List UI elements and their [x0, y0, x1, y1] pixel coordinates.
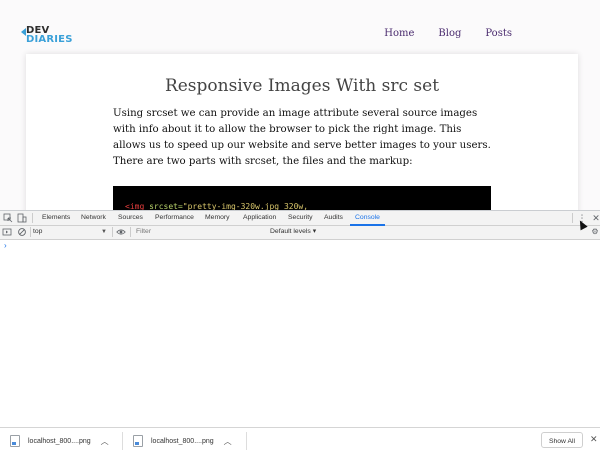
context-selector[interactable]: top ▼ — [33, 227, 109, 237]
tab-sources[interactable]: Sources — [118, 211, 143, 225]
console-prompt[interactable]: › — [4, 242, 7, 250]
article-title: Responsive Images With src set — [164, 76, 440, 96]
code-value: "pretty-img-320w.jpg 320w, — [182, 202, 309, 210]
eye-icon[interactable] — [116, 227, 126, 237]
tab-audits[interactable]: Audits — [324, 211, 343, 225]
show-sidebar-icon[interactable] — [2, 227, 12, 237]
code-block: <img srcset="pretty-img-320w.jpg 320w, — [113, 186, 491, 210]
context-value: top — [33, 228, 43, 235]
devtools-panel: Elements Network Sources Performance Mem… — [0, 210, 600, 428]
download-separator — [122, 432, 123, 450]
toolbar-separator — [30, 227, 31, 237]
logo-text-diaries: DIARIES — [26, 34, 73, 45]
code-tag: <img — [125, 202, 145, 210]
close-shelf-icon[interactable]: ✕ — [590, 434, 598, 445]
tab-performance[interactable]: Performance — [155, 211, 194, 225]
code-line: <img srcset="pretty-img-320w.jpg 320w, — [125, 202, 308, 210]
download-filename: localhost_800....png — [28, 437, 91, 445]
chevron-up-icon[interactable]: ︿ — [224, 436, 232, 447]
tab-separator — [32, 213, 33, 223]
inspect-element-icon[interactable] — [3, 213, 13, 223]
device-toolbar-icon[interactable] — [17, 213, 27, 223]
png-file-icon — [133, 435, 143, 447]
dropdown-arrow-icon: ▼ — [101, 229, 107, 235]
download-item[interactable]: localhost_800....png ︿ — [133, 428, 232, 454]
article-paragraph: Using srcset we can provide an image att… — [113, 108, 491, 167]
tab-network[interactable]: Network — [81, 211, 106, 225]
article-card: Responsive Images With src set Using src… — [26, 54, 578, 210]
devtools-tab-bar: Elements Network Sources Performance Mem… — [0, 211, 600, 226]
png-file-icon — [10, 435, 20, 447]
nav-link-blog[interactable]: Blog — [438, 28, 461, 40]
nav-link-posts[interactable]: Posts — [485, 28, 512, 40]
console-toolbar: top ▼ Default levels ▾ ⚙ — [0, 226, 600, 240]
tab-separator — [572, 213, 573, 223]
main-nav: Home Blog Posts — [360, 28, 512, 40]
show-all-downloads-button[interactable]: Show All — [541, 432, 583, 448]
site-logo[interactable]: DEV DIARIES — [21, 26, 72, 46]
download-filename: localhost_800....png — [151, 437, 214, 445]
nav-link-home[interactable]: Home — [384, 28, 414, 40]
toolbar-separator — [130, 227, 131, 237]
website-viewport: DEV DIARIES Home Blog Posts Responsive I… — [0, 0, 600, 210]
tab-security[interactable]: Security — [288, 211, 313, 225]
tab-console[interactable]: Console — [350, 211, 385, 226]
download-shelf: localhost_800....png ︿ localhost_800....… — [0, 427, 600, 454]
tab-memory[interactable]: Memory — [205, 211, 230, 225]
chevron-up-icon[interactable]: ︿ — [101, 436, 109, 447]
download-item[interactable]: localhost_800....png ︿ — [10, 428, 109, 454]
close-devtools-icon[interactable]: ✕ — [591, 213, 600, 223]
console-settings-gear-icon[interactable]: ⚙ — [590, 227, 600, 237]
console-filter-input[interactable] — [133, 227, 269, 237]
code-attr: srcset= — [144, 202, 183, 210]
log-levels-dropdown[interactable]: Default levels ▾ — [270, 227, 316, 237]
tab-application[interactable]: Application — [243, 211, 276, 225]
toolbar-separator — [112, 227, 113, 237]
tab-elements[interactable]: Elements — [42, 211, 70, 225]
clear-console-icon[interactable] — [17, 227, 27, 237]
download-separator — [246, 432, 247, 450]
